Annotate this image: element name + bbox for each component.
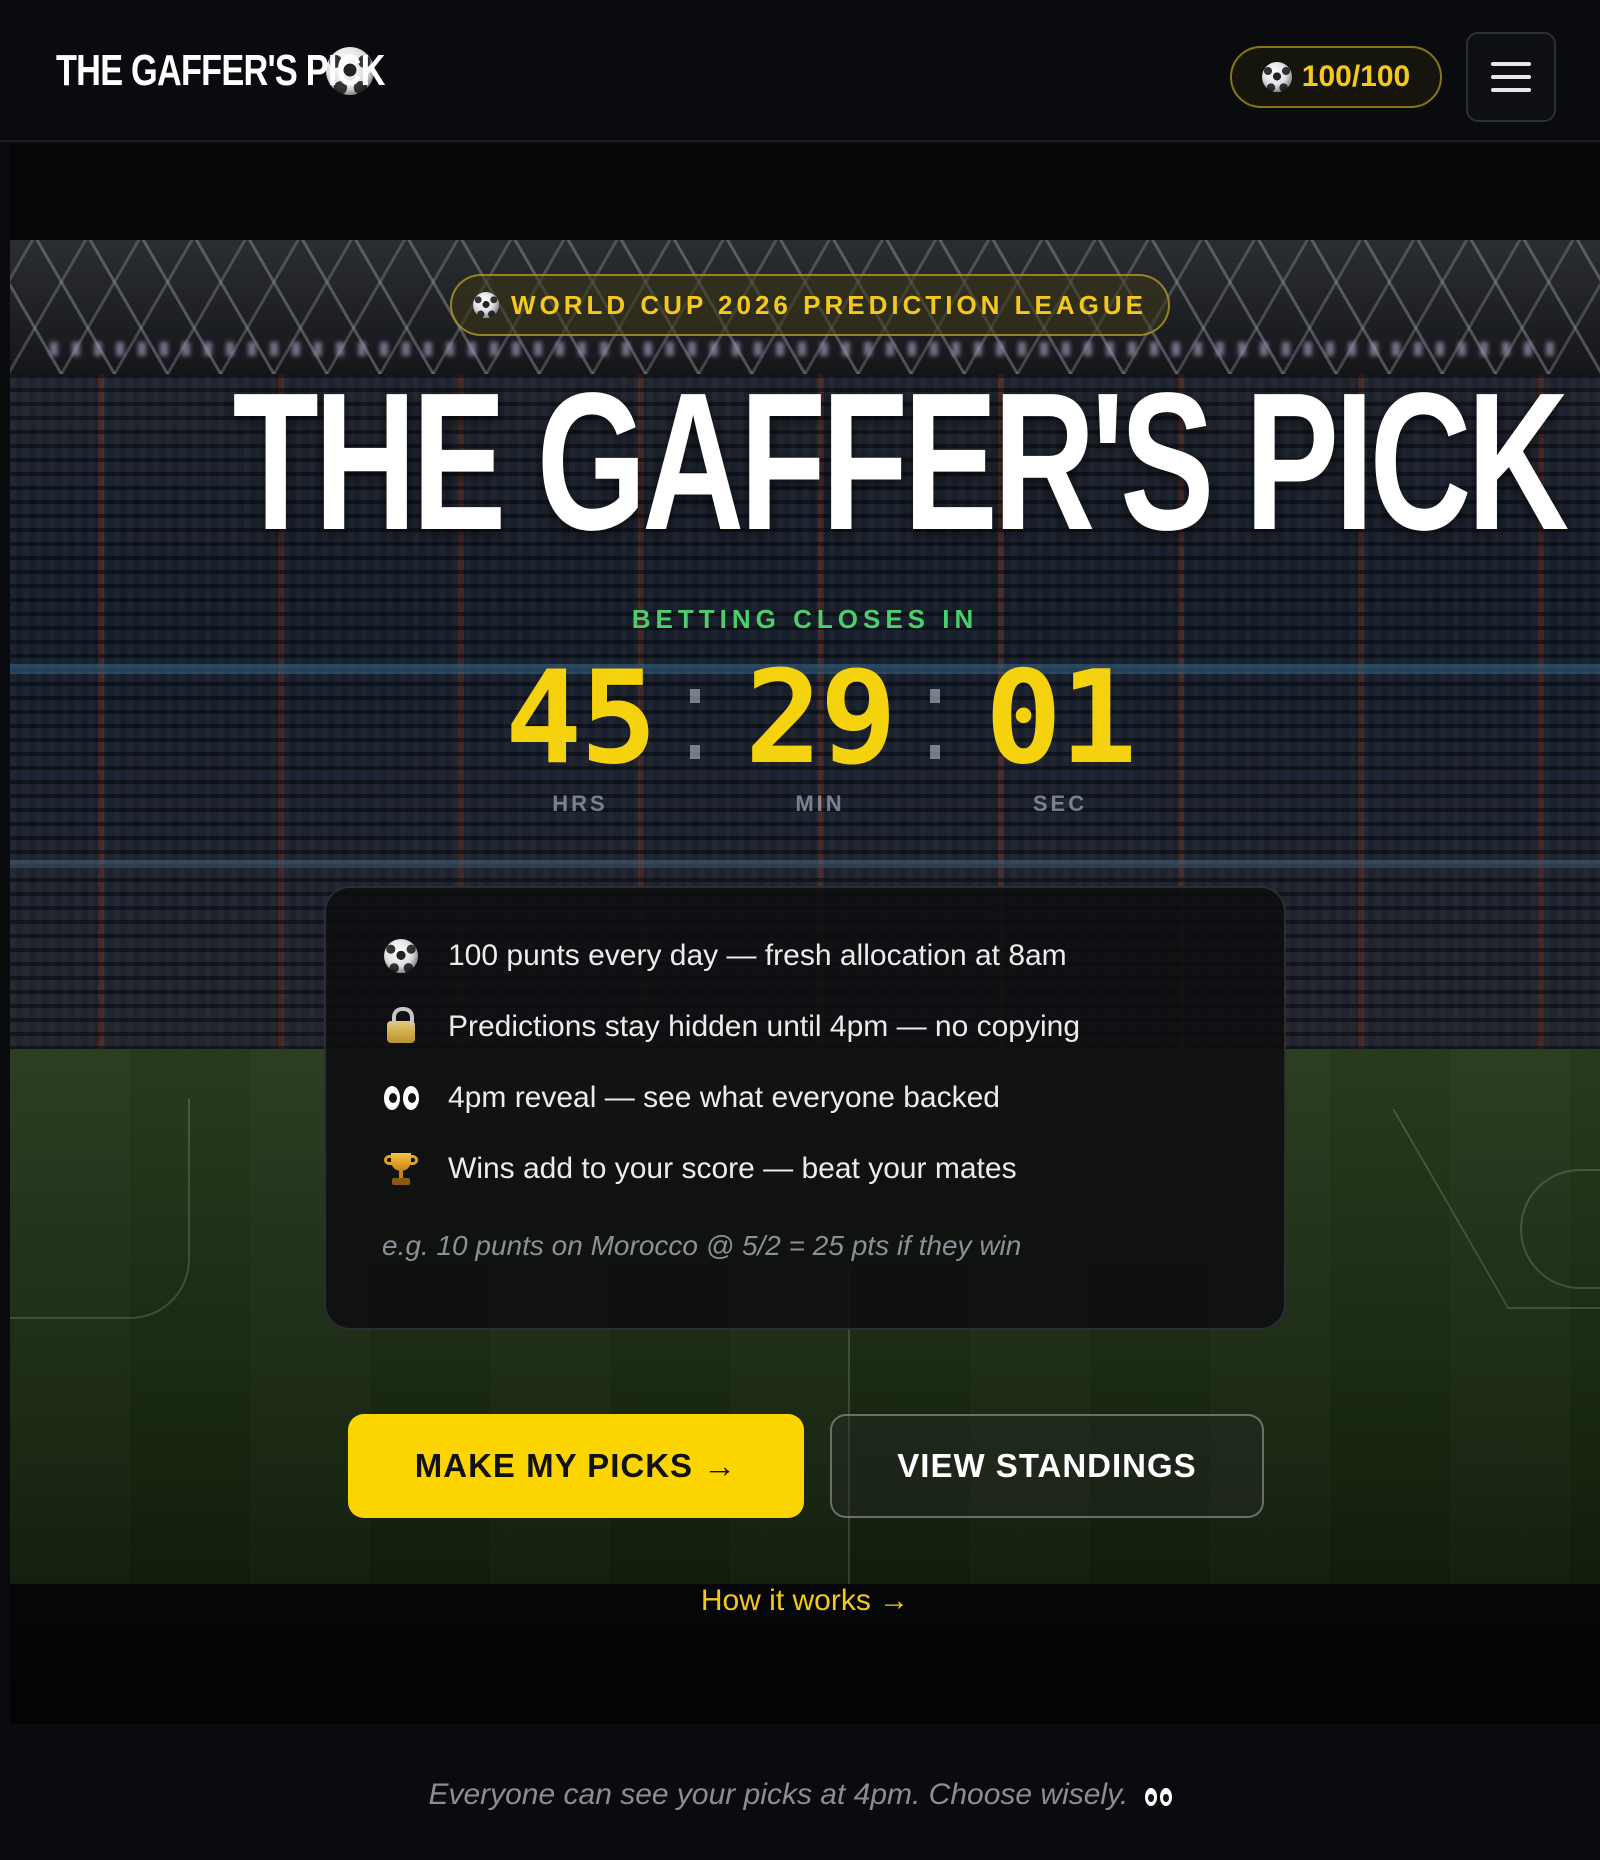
countdown-hours-value: 45 <box>504 644 657 793</box>
league-label: WORLD CUP 2026 PREDICTION LEAGUE <box>510 289 1148 320</box>
countdown-timer: 45 HRS 29 MIN 01 SEC <box>490 649 1150 829</box>
rule-item: Wins add to your score — beat your mates <box>382 1149 1017 1189</box>
lock-icon <box>382 1007 420 1046</box>
coin-icon <box>1261 62 1292 92</box>
scoring-example: e.g. 10 punts on Morocco @ 5/2 = 25 pts … <box>382 1230 1022 1261</box>
trophy-icon <box>382 1150 420 1188</box>
countdown-seconds-value: 01 <box>984 644 1137 793</box>
rules-card: 100 punts every day — fresh allocation a… <box>324 886 1286 1330</box>
countdown-seconds-label: SEC <box>1032 791 1088 816</box>
rule-text: Wins add to your score — beat your mates <box>448 1152 1017 1185</box>
make-my-picks-button[interactable]: MAKE MY PICKS → <box>348 1414 804 1518</box>
countdown-seconds: 01 SEC <box>960 649 1160 817</box>
countdown-separator <box>930 689 940 759</box>
rule-item: 100 punts every day — fresh allocation a… <box>382 936 1067 976</box>
countdown-minutes-label: MIN <box>795 791 845 816</box>
soccer-ball-icon <box>472 292 499 318</box>
hamburger-menu-icon <box>1491 62 1531 66</box>
hero-title: THE GAFFER'S PICK <box>232 352 1570 571</box>
rule-text: Predictions stay hidden until 4pm — no c… <box>448 1010 1081 1043</box>
punt-balance-badge[interactable]: 100/100 <box>1230 46 1442 108</box>
menu-button[interactable] <box>1466 32 1556 122</box>
rule-item: Predictions stay hidden until 4pm — no c… <box>382 1007 1080 1047</box>
rule-text: 4pm reveal — see what everyone backed <box>448 1081 1000 1114</box>
countdown-separator <box>690 689 700 759</box>
soccer-ball-icon <box>382 937 420 975</box>
eyes-icon <box>382 1079 420 1117</box>
rule-item: 4pm reveal — see what everyone backed <box>382 1078 1000 1118</box>
brand-logo[interactable]: THE GAFFER'S PICK <box>56 46 385 96</box>
league-badge: WORLD CUP 2026 PREDICTION LEAGUE <box>450 274 1170 336</box>
countdown-minutes: 29 MIN <box>720 649 920 817</box>
countdown-minutes-value: 29 <box>744 644 897 793</box>
rule-text: 100 punts every day — fresh allocation a… <box>448 939 1067 972</box>
countdown-hours: 45 HRS <box>480 649 680 817</box>
footer-note-text: Everyone can see your picks at 4pm. Choo… <box>428 1778 1129 1811</box>
eyes-icon <box>1144 1788 1172 1806</box>
countdown-hours-label: HRS <box>552 791 608 816</box>
punt-balance-value: 100/100 <box>1301 60 1411 93</box>
how-it-works-link[interactable]: How it works → <box>10 1584 1600 1618</box>
top-nav: THE GAFFER'S PICK 100/100 <box>0 0 1600 142</box>
view-standings-button[interactable]: VIEW STANDINGS <box>830 1414 1264 1518</box>
hero-section: WORLD CUP 2026 PREDICTION LEAGUE THE GAF… <box>10 144 1600 1724</box>
footer-note: Everyone can see your picks at 4pm. Choo… <box>0 1778 1600 1812</box>
brand-name: THE GAFFER'S PICK <box>56 46 385 95</box>
betting-closes-label: BETTING CLOSES IN <box>631 604 979 634</box>
